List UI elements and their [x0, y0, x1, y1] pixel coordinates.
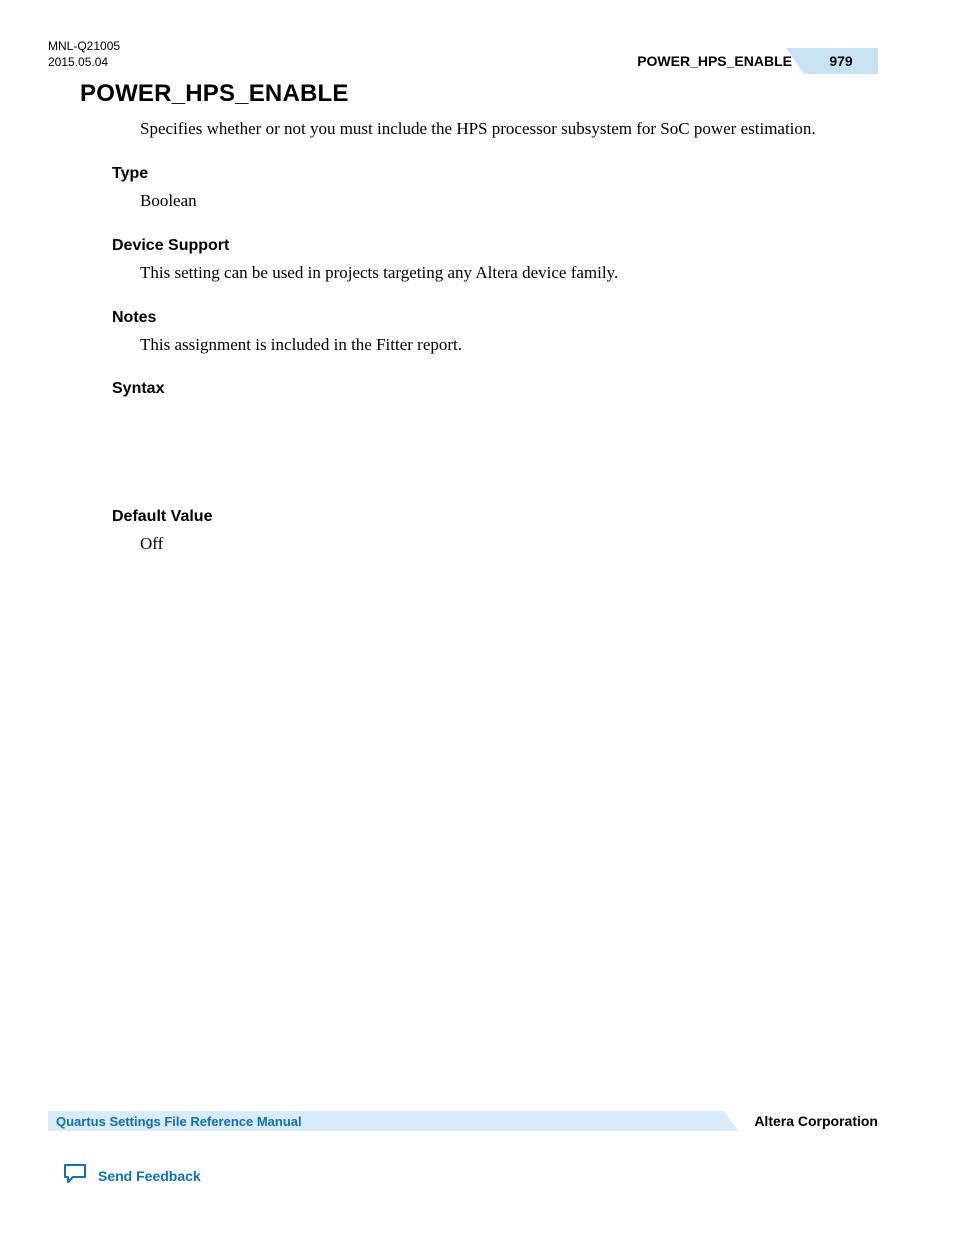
- header-right: POWER_HPS_ENABLE 979: [637, 48, 878, 74]
- footer-band: Quartus Settings File Reference Manual A…: [48, 1110, 878, 1132]
- main-content: POWER_HPS_ENABLE Specifies whether or no…: [80, 80, 878, 580]
- send-feedback-link[interactable]: Send Feedback: [62, 1162, 201, 1189]
- send-feedback-label: Send Feedback: [98, 1168, 201, 1184]
- running-header-setting: POWER_HPS_ENABLE: [637, 53, 792, 69]
- document-page: MNL-Q21005 2015.05.04 POWER_HPS_ENABLE 9…: [0, 0, 954, 1235]
- section-notes: Notes This assignment is included in the…: [112, 309, 878, 357]
- section-default-value: Default Value Off: [112, 508, 878, 556]
- section-device-support: Device Support This setting can be used …: [112, 237, 878, 285]
- section-heading: Default Value: [112, 508, 878, 526]
- section-body: Boolean: [140, 189, 878, 213]
- section-body: This setting can be used in projects tar…: [140, 261, 878, 285]
- manual-title-link[interactable]: Quartus Settings File Reference Manual: [48, 1111, 724, 1131]
- speech-bubble-icon: [62, 1162, 88, 1189]
- section-syntax: Syntax: [112, 380, 878, 484]
- manual-title: Quartus Settings File Reference Manual: [56, 1114, 302, 1129]
- intro-paragraph: Specifies whether or not you must includ…: [140, 118, 878, 141]
- corporation-name: Altera Corporation: [754, 1113, 878, 1129]
- section-body: [140, 404, 878, 484]
- page-title: POWER_HPS_ENABLE: [80, 80, 878, 108]
- section-body: Off: [140, 532, 878, 556]
- doc-id: MNL-Q21005: [48, 38, 120, 54]
- section-heading: Syntax: [112, 380, 878, 398]
- header-left: MNL-Q21005 2015.05.04: [48, 38, 120, 70]
- section-heading: Device Support: [112, 237, 878, 255]
- doc-date: 2015.05.04: [48, 54, 120, 70]
- section-body: This assignment is included in the Fitte…: [140, 333, 878, 357]
- section-heading: Notes: [112, 309, 878, 327]
- page-number: 979: [829, 53, 852, 69]
- section-heading: Type: [112, 165, 878, 183]
- page-number-badge: 979: [804, 48, 878, 74]
- section-type: Type Boolean: [112, 165, 878, 213]
